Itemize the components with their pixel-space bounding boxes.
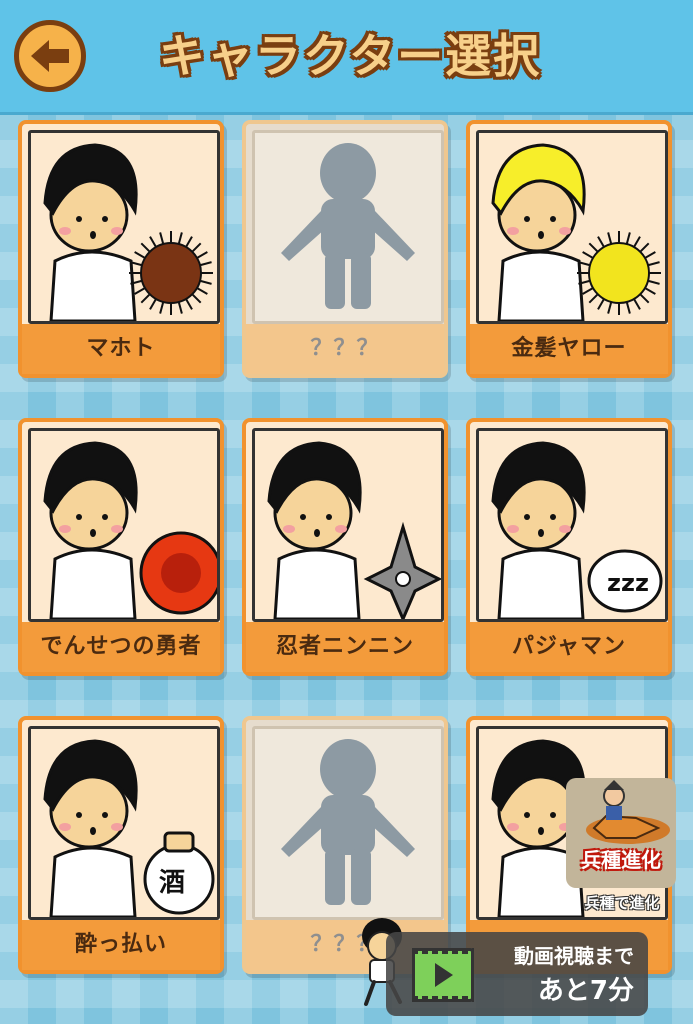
character-name: 金髪ヤロー: [470, 324, 668, 374]
character-name: ？？？: [246, 324, 444, 374]
character-name: マホト: [22, 324, 220, 374]
character-card[interactable]: 忍者ニンニン: [242, 418, 448, 676]
character-name: 忍者ニンニン: [246, 622, 444, 672]
character-art: [491, 143, 661, 321]
video-banner-line2: あと7分: [537, 976, 634, 1006]
film-play-icon: [412, 948, 474, 1002]
back-button[interactable]: [14, 20, 86, 92]
character-portrait: zzz: [476, 428, 668, 622]
character-portrait: [476, 130, 668, 324]
character-portrait: 酒: [28, 726, 220, 920]
video-ad-banner[interactable]: 動画視聴まで あと7分: [386, 932, 648, 1016]
character-art: [43, 441, 217, 619]
character-name: でんせつの勇者: [22, 622, 220, 672]
header-bar: キャラクター選択: [0, 0, 693, 115]
character-name: パジャマン: [470, 622, 668, 672]
ad-sub-label: 兵種で進化: [584, 894, 660, 912]
character-art: zzz: [491, 441, 663, 619]
svg-text:zzz: zzz: [607, 569, 649, 597]
character-art: [43, 143, 213, 321]
character-art: [267, 441, 441, 619]
character-art: 酒: [43, 739, 215, 917]
ad-art: [586, 780, 670, 844]
ad-tile[interactable]: 兵種進化: [566, 778, 676, 888]
svg-text:酒: 酒: [159, 868, 185, 898]
character-card[interactable]: 金髪ヤロー: [466, 120, 672, 378]
silhouette-icon: [281, 143, 415, 309]
video-banner-line1: 動画視聴まで: [514, 944, 634, 968]
silhouette-icon: [281, 739, 415, 905]
character-card[interactable]: zzz パジャマン: [466, 418, 672, 676]
character-portrait: [28, 428, 220, 622]
character-portrait: [28, 130, 220, 324]
character-card[interactable]: でんせつの勇者: [18, 418, 224, 676]
character-card[interactable]: 酒 酔っ払い: [18, 716, 224, 974]
character-card[interactable]: ？？？: [242, 120, 448, 378]
character-portrait: [252, 428, 444, 622]
character-name: 酔っ払い: [22, 920, 220, 970]
character-portrait: [252, 130, 444, 324]
character-card[interactable]: マホト: [18, 120, 224, 378]
page-title: キャラクター選択: [158, 29, 542, 83]
ad-label: 兵種進化: [581, 848, 661, 872]
left-arrow-icon: [31, 40, 69, 72]
character-portrait: [252, 726, 444, 920]
